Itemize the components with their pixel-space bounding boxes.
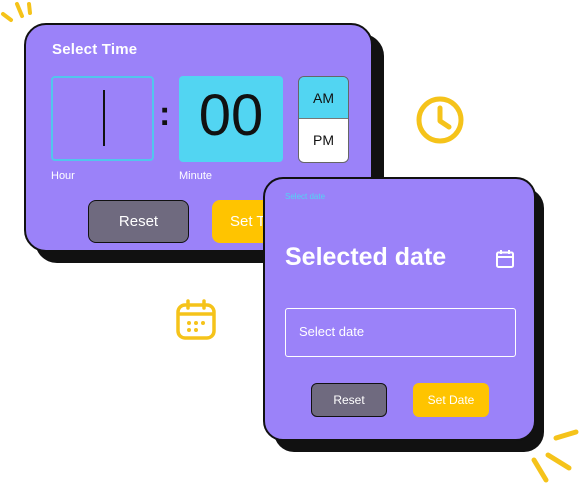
minute-input[interactable]: 00 <box>179 76 283 162</box>
calendar-icon[interactable] <box>495 249 515 269</box>
set-date-button[interactable]: Set Date <box>413 383 489 417</box>
calendar-icon <box>176 299 216 340</box>
date-picker-small-label: Select date <box>285 192 326 201</box>
pm-option[interactable]: PM <box>299 119 348 162</box>
am-option[interactable]: AM <box>299 77 348 119</box>
time-separator: : <box>159 95 171 133</box>
text-caret <box>103 90 105 146</box>
date-picker-title: Selected date <box>285 243 447 271</box>
hour-label: Hour <box>51 170 75 182</box>
date-input[interactable]: Select date <box>285 308 516 357</box>
clock-icon <box>416 96 464 144</box>
hour-input[interactable] <box>51 76 154 161</box>
date-picker-card: Select date Selected date Select date Re… <box>263 177 536 441</box>
date-reset-button[interactable]: Reset <box>311 383 387 417</box>
minute-label: Minute <box>179 170 213 182</box>
time-picker-title: Select Time <box>52 41 138 58</box>
time-reset-button[interactable]: Reset <box>88 200 189 243</box>
minute-value: 00 <box>198 83 264 148</box>
am-pm-toggle: AM PM <box>298 76 349 163</box>
